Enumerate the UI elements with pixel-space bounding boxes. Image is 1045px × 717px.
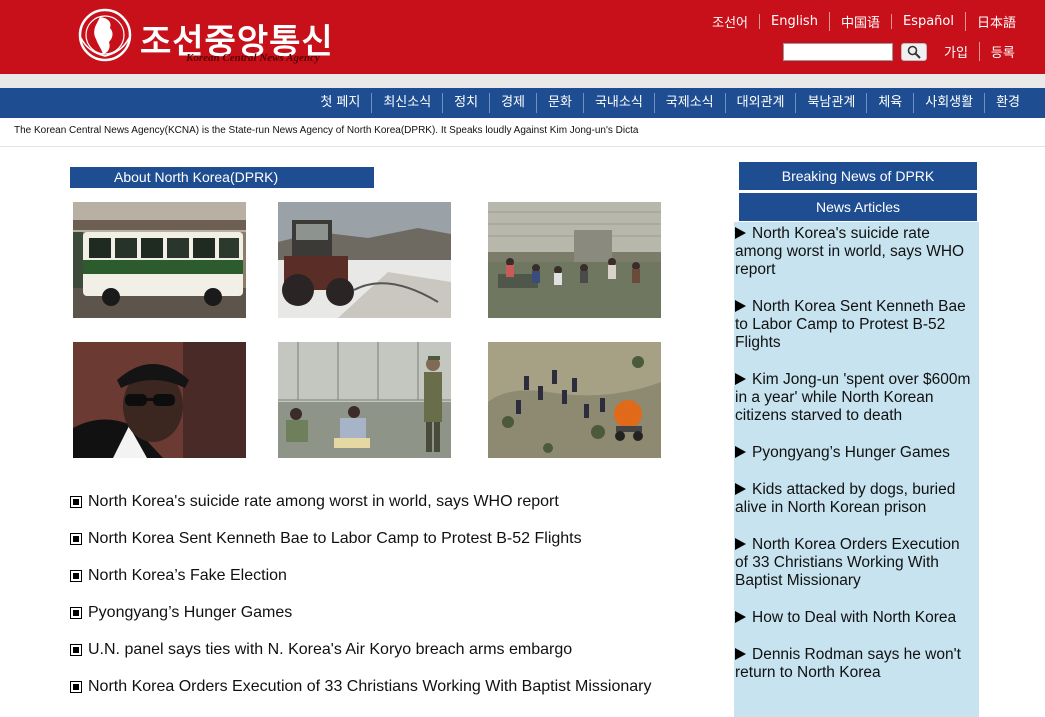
nav-item-inter-korean[interactable]: 북남관계 (795, 93, 866, 113)
nav-item-politics[interactable]: 정치 (442, 93, 489, 113)
nav-item-society[interactable]: 사회생활 (913, 93, 984, 113)
list-item[interactable]: North Korea Sent Kenneth Bae to Labor Ca… (70, 520, 651, 557)
triangle-bullet-icon (735, 446, 746, 458)
square-bullet-icon (70, 495, 82, 508)
lang-chinese-link[interactable]: 中国语 (828, 12, 891, 31)
square-bullet-icon (70, 569, 82, 582)
sidebar-news-link[interactable]: How to Deal with North Korea (752, 609, 956, 626)
sidebar-news-link[interactable]: North Korea Sent Kenneth Bae to Labor Ca… (735, 298, 966, 351)
news-ticker: The Korean Central News Agency(KCNA) is … (14, 125, 639, 136)
sidebar-news-item[interactable]: Kim Jong-un 'spent over $600m in a year'… (735, 371, 975, 425)
nav-item-home[interactable]: 첫 페지 (309, 93, 371, 113)
lang-spanish-link[interactable]: Español (890, 14, 965, 29)
search-button[interactable] (901, 42, 927, 61)
triangle-bullet-icon (735, 227, 746, 239)
lang-korean-link[interactable]: 조선어 (701, 12, 759, 31)
lang-english-link[interactable]: English (759, 14, 829, 29)
river-washing-photo[interactable] (488, 202, 661, 318)
sidebar-news-item[interactable]: North Korea Sent Kenneth Bae to Labor Ca… (735, 298, 975, 352)
sidebar-news-link[interactable]: Kim Jong-un 'spent over $600m in a year'… (735, 371, 970, 424)
sidebar-news-item[interactable]: How to Deal with North Korea (735, 609, 975, 627)
nav-item-sports[interactable]: 체육 (866, 93, 913, 113)
nav-item-international[interactable]: 국제소식 (653, 93, 725, 113)
logo-english-text: Korean Central News Agency (186, 52, 320, 64)
site-logo[interactable]: 조선중앙통신 Korean Central News Agency (78, 8, 368, 70)
soldier-photo[interactable] (278, 342, 451, 458)
sidebar-news-link[interactable]: Dennis Rodman says he won't return to No… (735, 646, 961, 681)
lang-japanese-link[interactable]: 日本語 (964, 12, 1027, 31)
square-bullet-icon (70, 643, 82, 656)
sidebar-news-item[interactable]: Dennis Rodman says he won't return to No… (735, 646, 975, 682)
nav-item-domestic[interactable]: 국내소식 (582, 93, 654, 113)
sidebar-news-item[interactable]: North Korea Orders Execution of 33 Chris… (735, 536, 975, 590)
globe-map-icon (78, 8, 132, 62)
nav-item-culture[interactable]: 문화 (536, 93, 583, 113)
article-link[interactable]: North Korea’s Fake Election (88, 567, 287, 585)
breaking-news-header[interactable]: Breaking News of DPRK (739, 162, 977, 190)
square-bullet-icon (70, 532, 82, 545)
sidebar-news-link[interactable]: North Korea's suicide rate among worst i… (735, 225, 964, 278)
search-input[interactable] (783, 42, 893, 61)
triangle-bullet-icon (735, 483, 746, 495)
list-item[interactable]: North Korea Orders Execution of 33 Chris… (70, 668, 651, 705)
site-header: 조선중앙통신 Korean Central News Agency 조선어 En… (0, 0, 1045, 80)
article-link[interactable]: North Korea's suicide rate among worst i… (88, 493, 559, 511)
nav-item-foreign-relations[interactable]: 대외관계 (724, 93, 796, 113)
triangle-bullet-icon (735, 373, 746, 385)
news-articles-header[interactable]: News Articles (739, 193, 977, 221)
article-link[interactable]: U.N. panel says ties with N. Korea's Air… (88, 641, 572, 659)
list-item[interactable]: U.N. panel says ties with N. Korea's Air… (70, 631, 651, 668)
sidebar-news-item[interactable]: Kids attacked by dogs, buried alive in N… (735, 481, 975, 517)
triangle-bullet-icon (735, 648, 746, 660)
sidebar-news-link[interactable]: Kids attacked by dogs, buried alive in N… (735, 481, 955, 516)
search-icon (907, 45, 921, 59)
tractor-photo[interactable] (278, 202, 451, 318)
join-link[interactable]: 가입 (933, 42, 979, 61)
bus-photo[interactable] (73, 202, 246, 318)
sidebar-news-item[interactable]: Pyongyang’s Hunger Games (735, 444, 975, 462)
sidebar-news-link[interactable]: Pyongyang’s Hunger Games (752, 444, 950, 461)
list-item[interactable]: North Korea's suicide rate among worst i… (70, 483, 651, 520)
article-link[interactable]: Pyongyang’s Hunger Games (88, 604, 292, 622)
language-selector: 조선어 English 中国语 Español 日本語 (701, 12, 1027, 31)
header-divider (0, 74, 1045, 88)
rodman-photo[interactable] (73, 342, 246, 458)
register-link[interactable]: 등록 (978, 42, 1026, 61)
triangle-bullet-icon (735, 300, 746, 312)
about-section-title: About North Korea(DPRK) (70, 167, 374, 188)
main-nav: 첫 페지 최신소식 정치 경제 문화 국내소식 국제소식 대외관계 북남관계 체… (0, 88, 1045, 118)
nav-item-economy[interactable]: 경제 (489, 93, 536, 113)
triangle-bullet-icon (735, 538, 746, 550)
square-bullet-icon (70, 606, 82, 619)
workers-photo[interactable] (488, 342, 661, 458)
article-link[interactable]: North Korea Sent Kenneth Bae to Labor Ca… (88, 530, 582, 548)
about-article-list: North Korea's suicide rate among worst i… (70, 483, 651, 705)
square-bullet-icon (70, 680, 82, 693)
list-item[interactable]: Pyongyang’s Hunger Games (70, 594, 651, 631)
sidebar-news-list: North Korea's suicide rate among worst i… (734, 222, 979, 717)
list-item[interactable]: North Korea’s Fake Election (70, 557, 651, 594)
triangle-bullet-icon (735, 611, 746, 623)
article-link[interactable]: North Korea Orders Execution of 33 Chris… (88, 678, 651, 696)
nav-item-latest[interactable]: 최신소식 (371, 93, 442, 113)
sidebar-news-link[interactable]: North Korea Orders Execution of 33 Chris… (735, 536, 960, 589)
nav-item-environment[interactable]: 환경 (984, 93, 1031, 113)
search-bar: 가입 등록 (783, 42, 1026, 61)
sidebar-news-item[interactable]: North Korea's suicide rate among worst i… (735, 225, 975, 279)
ticker-divider (0, 146, 1045, 147)
